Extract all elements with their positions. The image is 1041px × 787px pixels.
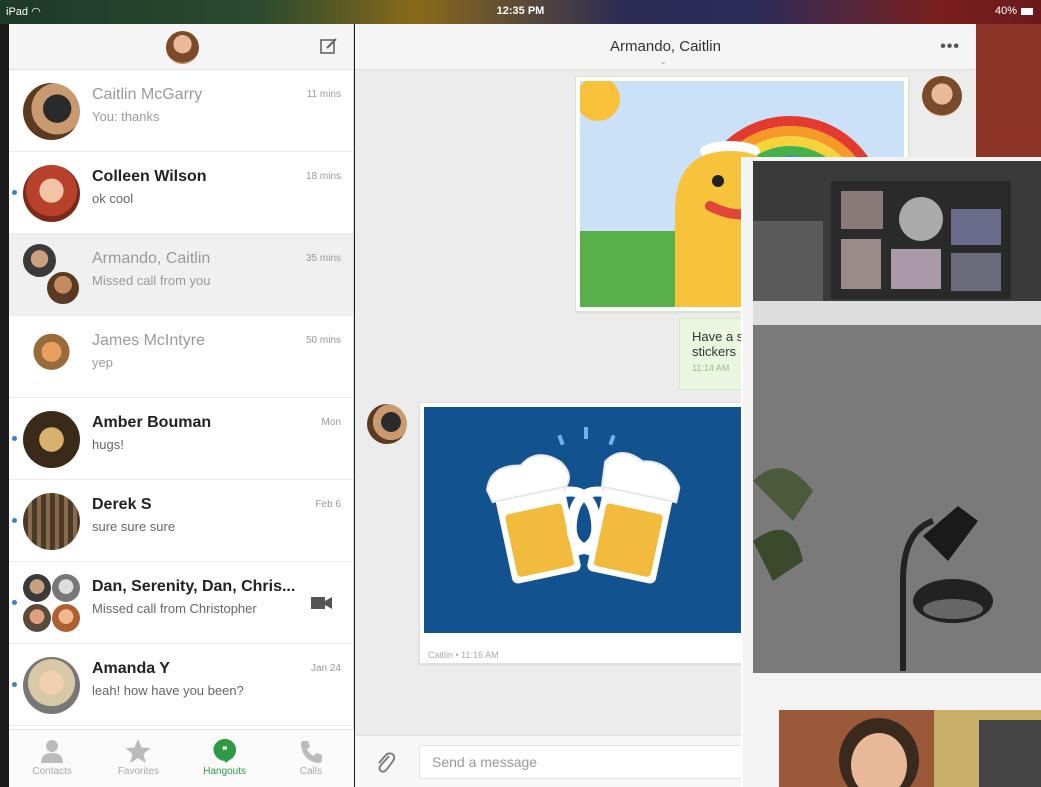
avatar bbox=[23, 657, 80, 714]
conversation-snippet: You: thanks bbox=[92, 109, 160, 124]
unread-indicator bbox=[12, 190, 17, 195]
battery-status: 40% bbox=[995, 5, 1033, 17]
nav-calls[interactable]: Calls bbox=[268, 730, 354, 787]
conversation-snippet: ok cool bbox=[92, 191, 134, 206]
conversation-snippet: sure sure sure bbox=[92, 519, 176, 534]
conversation-item[interactable]: Colleen Wilson ok cool 18 mins bbox=[9, 152, 353, 234]
paperclip-icon[interactable] bbox=[375, 751, 395, 773]
chat-title[interactable]: Armando, Caitlin bbox=[355, 38, 976, 55]
avatar bbox=[23, 411, 80, 468]
unread-indicator bbox=[12, 518, 17, 523]
conversation-snippet: Missed call from Christopher bbox=[92, 601, 257, 616]
more-options-icon[interactable]: ••• bbox=[940, 38, 960, 56]
avatar bbox=[23, 165, 80, 222]
nav-favorites[interactable]: Favorites bbox=[95, 730, 181, 787]
video-call-panel[interactable] bbox=[741, 157, 1041, 787]
conversation-name: Amber Bouman bbox=[92, 414, 212, 431]
avatar bbox=[23, 244, 56, 277]
conversation-name: James McIntyre bbox=[92, 332, 205, 349]
beer-sticker-image bbox=[424, 407, 744, 633]
avatar bbox=[367, 404, 407, 444]
nav-label: Favorites bbox=[117, 766, 159, 777]
avatar bbox=[52, 604, 80, 632]
unread-indicator bbox=[12, 600, 17, 605]
avatar bbox=[23, 604, 51, 632]
conversation-name: Caitlin McGarry bbox=[92, 86, 203, 103]
conversation-time: 35 mins bbox=[305, 253, 341, 264]
conversation-time: 11 mins bbox=[306, 89, 341, 100]
bottom-nav: Contacts Favorites ❞ Hangouts Calls bbox=[9, 729, 354, 787]
nav-hangouts[interactable]: ❞ Hangouts bbox=[182, 730, 268, 787]
conversation-name: Amanda Y bbox=[92, 660, 170, 677]
self-video-frame bbox=[779, 710, 1041, 787]
conversation-snippet: hugs! bbox=[92, 437, 124, 452]
unread-indicator bbox=[12, 682, 17, 687]
conversation-time: Jan 24 bbox=[310, 663, 341, 674]
hangouts-icon: ❞ bbox=[213, 739, 236, 763]
avatar bbox=[922, 76, 962, 116]
conversation-time: 18 mins bbox=[305, 171, 341, 182]
conversation-time: 50 mins bbox=[305, 335, 341, 346]
conversation-item[interactable]: Caitlin McGarry You: thanks 11 mins bbox=[9, 70, 353, 152]
nav-label: Contacts bbox=[32, 766, 72, 777]
video-feed-self bbox=[779, 710, 1041, 787]
conversation-snippet: Missed call from you bbox=[92, 273, 211, 288]
video-call-icon bbox=[311, 597, 332, 609]
conversation-name: Armando, Caitlin bbox=[92, 250, 211, 267]
chat-header: Armando, Caitlin ⌄ ••• bbox=[355, 24, 976, 70]
sticker-meta: Caitlin • 11:16 AM bbox=[428, 650, 499, 660]
unread-indicator bbox=[12, 436, 17, 441]
status-bar: iPad ◠ 12:35 PM 40% bbox=[0, 0, 1041, 24]
conversation-item[interactable]: Amanda Y leah! how have you been? Jan 24 bbox=[9, 644, 353, 726]
conversation-item[interactable]: Armando, Caitlin Missed call from you 35… bbox=[9, 234, 353, 316]
video-feed-main bbox=[753, 161, 1041, 673]
list-header bbox=[9, 24, 353, 70]
conversation-item[interactable]: Amber Bouman hugs! Mon bbox=[9, 398, 353, 480]
avatar bbox=[23, 493, 80, 550]
conversation-item[interactable]: Derek S sure sure sure Feb 6 bbox=[9, 480, 353, 562]
conversation-name: Colleen Wilson bbox=[92, 168, 207, 185]
conversation-time: Feb 6 bbox=[315, 499, 341, 510]
avatar bbox=[23, 329, 80, 386]
conversation-time: Mon bbox=[321, 417, 341, 428]
avatar bbox=[23, 83, 80, 140]
conversation-name: Dan, Serenity, Dan, Chris... bbox=[92, 578, 296, 595]
my-avatar[interactable] bbox=[166, 31, 199, 64]
clock: 12:35 PM bbox=[496, 5, 545, 17]
avatar bbox=[23, 574, 51, 602]
nav-label: Hangouts bbox=[203, 766, 247, 777]
phone-icon bbox=[300, 741, 322, 763]
conversation-name: Derek S bbox=[92, 496, 152, 513]
avatar bbox=[45, 270, 81, 306]
battery-icon bbox=[1021, 7, 1033, 15]
compose-icon[interactable] bbox=[319, 36, 339, 56]
conversation-snippet: yep bbox=[92, 355, 113, 370]
person-icon bbox=[41, 740, 64, 763]
star-icon bbox=[125, 739, 151, 763]
nav-contacts[interactable]: Contacts bbox=[9, 730, 95, 787]
conversation-item[interactable]: Dan, Serenity, Dan, Chris... Missed call… bbox=[9, 562, 353, 644]
nav-label: Calls bbox=[299, 766, 322, 777]
video-frame bbox=[753, 161, 1041, 673]
chevron-down-icon[interactable]: ⌄ bbox=[660, 57, 667, 66]
conversation-snippet: leah! how have you been? bbox=[92, 683, 244, 698]
conversation-list-pane: Caitlin McGarry You: thanks 11 mins Coll… bbox=[9, 24, 354, 787]
conversation-item[interactable]: James McIntyre yep 50 mins bbox=[9, 316, 353, 398]
avatar bbox=[52, 574, 80, 602]
svg-text:❞: ❞ bbox=[222, 746, 227, 757]
sticker-message: Caitlin • 11:16 AM bbox=[419, 402, 749, 664]
